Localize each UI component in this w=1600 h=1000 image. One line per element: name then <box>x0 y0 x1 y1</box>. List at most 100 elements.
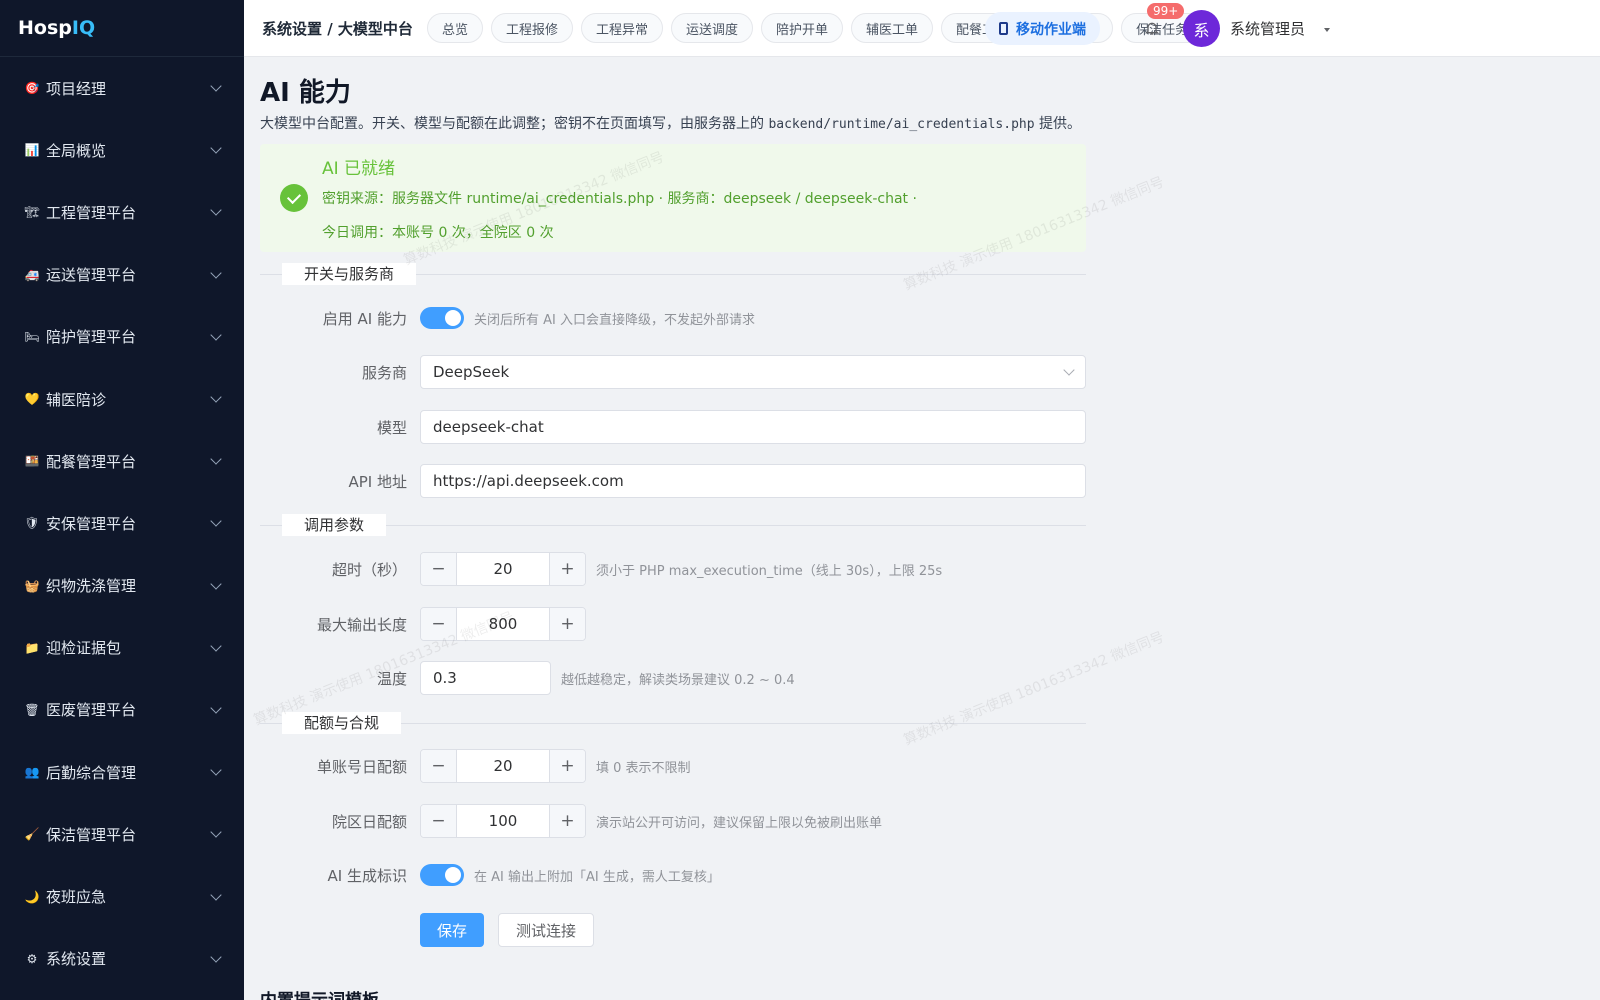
row-api: API 地址 https://api.deepseek.com <box>260 464 1086 498</box>
menu-item-icon: ⚙ <box>26 951 38 966</box>
username[interactable]: 系统管理员 <box>1230 18 1305 39</box>
menu-item-icon: 🧹 <box>24 827 40 842</box>
timeout-decrease-button[interactable]: − <box>421 553 457 585</box>
divider-switch-provider: 开关与服务商 <box>260 263 1086 285</box>
menu-item-icon: 💛 <box>24 392 40 407</box>
row-campus-quota: 院区日配额 − 100 + 演示站公开可访问，建议保留上限以免被刷出账单 <box>260 804 882 838</box>
maxlen-value[interactable]: 800 <box>457 608 549 640</box>
header-tab[interactable]: 工程异常 <box>580 13 663 43</box>
campus-quota-value[interactable]: 100 <box>457 805 549 837</box>
sidebar-item[interactable]: 🍱 配餐管理平台 <box>0 430 244 492</box>
desc-suffix: 提供。 <box>1039 116 1082 132</box>
user-quota-increase-button[interactable]: + <box>549 750 585 782</box>
menu-item-icon: 🛡 <box>24 516 40 531</box>
sidebar-item[interactable]: 🗑 医废管理平台 <box>0 679 244 741</box>
avatar[interactable]: 系 <box>1183 10 1220 47</box>
maxlen-stepper: − 800 + <box>420 607 586 641</box>
sidebar-item[interactable]: 🛏 陪护管理平台 <box>0 306 244 368</box>
bell-icon[interactable] <box>1140 16 1164 40</box>
row-provider: 服务商 DeepSeek <box>260 355 1086 389</box>
chevron-down-icon <box>210 142 222 154</box>
mobile-terminal-label: 移动作业端 <box>1016 21 1086 38</box>
row-timeout: 超时（秒） − 20 + 须小于 PHP max_execution_time（… <box>260 552 942 586</box>
user-quota-stepper: − 20 + <box>420 749 586 783</box>
sidebar-item-label: 全局概览 <box>46 141 107 160</box>
test-connection-button[interactable]: 测试连接 <box>498 913 595 947</box>
enable-ai-hint: 关闭后所有 AI 入口会直接降级，不发起外部请求 <box>474 312 755 328</box>
sidebar-item[interactable]: 🧹 保洁管理平台 <box>0 803 244 865</box>
sidebar-item[interactable]: 🎯 项目经理 <box>0 57 244 119</box>
temperature-input[interactable]: 0.3 <box>420 661 551 695</box>
menu-item-icon: 🧺 <box>24 578 40 593</box>
ai-tag-switch[interactable] <box>420 864 464 886</box>
header-tab[interactable]: 陪护开单 <box>761 13 844 43</box>
sidebar-item-label: 项目经理 <box>46 79 107 98</box>
timeout-stepper: − 20 + <box>420 552 586 586</box>
check-circle-icon <box>280 184 308 212</box>
sidebar-item-label: 系统设置 <box>46 950 107 969</box>
sidebar-item[interactable]: 📊 全局概览 <box>0 119 244 181</box>
top-header: 系统设置 / 大模型中台 总览工程报修工程异常运送调度陪护开单辅医工单配餐工单安… <box>244 0 1600 57</box>
user-quota-label: 单账号日配额 <box>316 757 407 776</box>
breadcrumb: 系统设置 / 大模型中台 <box>262 19 413 38</box>
timeout-value[interactable]: 20 <box>457 553 549 585</box>
campus-quota-decrease-button[interactable]: − <box>421 805 457 837</box>
header-tab[interactable]: 工程报修 <box>490 13 573 43</box>
sidebar-item[interactable]: 🚑 运送管理平台 <box>0 244 244 306</box>
user-menu-caret-icon[interactable] <box>1324 28 1330 32</box>
sidebar-item-label: 配餐管理平台 <box>46 452 137 471</box>
ai-tag-hint: 在 AI 输出上附加「AI 生成，需人工复核」 <box>474 869 720 885</box>
page-title: AI 能力 <box>260 78 351 108</box>
menu-item-icon: 🌙 <box>24 889 40 904</box>
menu-item-icon: 🎯 <box>24 81 40 96</box>
provider-select[interactable]: DeepSeek <box>420 355 1086 389</box>
sidebar-item-label: 医废管理平台 <box>46 701 137 720</box>
sidebar-item[interactable]: 🧺 织物洗涤管理 <box>0 555 244 617</box>
menu-item-icon: 🏗 <box>24 205 40 220</box>
menu-item-icon: 📊 <box>24 143 40 158</box>
timeout-hint: 须小于 PHP max_execution_time（线上 30s），上限 25… <box>596 563 943 579</box>
menu-item-icon: 🗑 <box>24 702 40 717</box>
sidebar-item-label: 运送管理平台 <box>46 266 137 285</box>
save-button[interactable]: 保存 <box>420 913 485 947</box>
mobile-terminal-button[interactable]: 移动作业端 <box>985 12 1100 45</box>
menu-item-icon: 🚑 <box>24 267 40 282</box>
temperature-hint: 越低越稳定，解读类场景建议 0.2 ~ 0.4 <box>561 672 795 688</box>
sidebar-item[interactable]: 👥 后勤综合管理 <box>0 741 244 803</box>
section-label-params: 调用参数 <box>282 514 387 536</box>
sidebar-item[interactable]: ⚙ 系统设置 <box>0 928 244 990</box>
maxlen-increase-button[interactable]: + <box>549 608 585 640</box>
model-input[interactable]: deepseek-chat <box>420 410 1086 444</box>
campus-quota-increase-button[interactable]: + <box>549 805 585 837</box>
provider-label: 服务商 <box>361 363 407 382</box>
user-quota-decrease-button[interactable]: − <box>421 750 457 782</box>
sidebar-item[interactable]: 🌙 夜班应急 <box>0 865 244 927</box>
api-url-input[interactable]: https://api.deepseek.com <box>420 464 1086 498</box>
sidebar-item-label: 夜班应急 <box>46 888 107 907</box>
sidebar-item-label: 保洁管理平台 <box>46 825 137 844</box>
timeout-increase-button[interactable]: + <box>549 553 585 585</box>
chevron-down-icon <box>210 826 222 839</box>
sidebar-item[interactable]: 💛 辅医陪诊 <box>0 368 244 430</box>
ai-ready-alert: AI 已就绪 密钥来源：服务器文件 runtime/ai_credentials… <box>260 144 1086 252</box>
alert-credential-source: 密钥来源：服务器文件 runtime/ai_credentials.php · … <box>322 191 917 207</box>
watermark: 算数科技 演示使用 18016313342 微信同号 <box>901 629 1167 749</box>
sidebar-item[interactable]: 📁 迎检证据包 <box>0 617 244 679</box>
maxlen-decrease-button[interactable]: − <box>421 608 457 640</box>
header-tab[interactable]: 总览 <box>426 13 483 43</box>
enable-ai-switch[interactable] <box>420 307 464 329</box>
brand-text-1: Hosp <box>18 17 72 39</box>
sidebar-item[interactable]: 🛡 安保管理平台 <box>0 492 244 554</box>
menu-item-icon: 👥 <box>24 765 40 780</box>
chevron-down-icon <box>210 951 222 963</box>
alert-title: AI 已就绪 <box>322 159 396 179</box>
desc-prefix: 大模型中台配置。开关、模型与配额在此调整；密钥不在页面填写，由服务器上的 <box>260 116 764 132</box>
user-quota-value[interactable]: 20 <box>457 750 549 782</box>
chevron-down-icon <box>1063 364 1075 376</box>
brand-logo[interactable]: Hosp IQ <box>0 0 244 57</box>
row-model: 模型 deepseek-chat <box>260 410 1086 444</box>
header-tab[interactable]: 运送调度 <box>670 13 753 43</box>
prompt-templates-title: 内置提示词模板 <box>260 986 379 1000</box>
header-tab[interactable]: 辅医工单 <box>851 13 934 43</box>
sidebar-item[interactable]: 🏗 工程管理平台 <box>0 181 244 243</box>
